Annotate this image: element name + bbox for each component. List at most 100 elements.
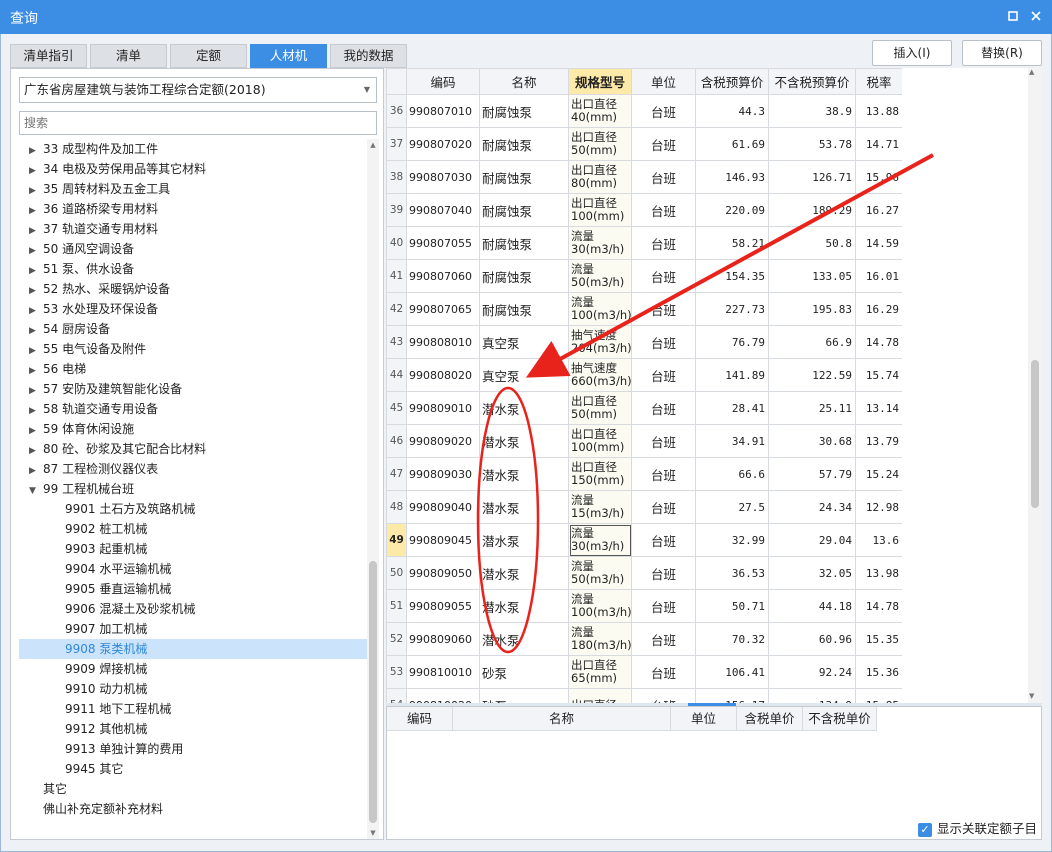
tab-bill[interactable]: 清单 (90, 44, 167, 68)
cell-spec[interactable]: 流量 180(m3/h) (568, 622, 632, 656)
row-number[interactable]: 48 (386, 490, 407, 524)
row-number[interactable]: 45 (386, 391, 407, 425)
table-row[interactable]: 52 990809060 潜水泵 流量 180(m3/h) 台班 70.32 60.96 15… (386, 622, 902, 656)
cell-notax-price[interactable]: 60.96 (768, 622, 856, 656)
table-row[interactable]: 41 990807060 耐腐蚀泵 流量 50(m3/h) 台班 154.35 133.05… (386, 259, 902, 293)
cell-tax-rate[interactable]: 15.35 (855, 622, 902, 656)
cell-code[interactable]: 990809045 (406, 523, 480, 557)
cell-name[interactable]: 真空泵 (479, 358, 569, 392)
table-row[interactable]: 46 990809020 潜水泵 出口直径 100(mm) 台班 34.91 30.68 13… (386, 424, 902, 458)
table-row[interactable]: 36 990807010 耐腐蚀泵 出口直径 40(mm) 台班 44.3 38.9 13.8… (386, 94, 902, 128)
cell-notax-price[interactable]: 30.68 (768, 424, 856, 458)
checkbox-checked-icon[interactable]: ✓ (918, 822, 932, 837)
cell-spec[interactable]: 流量 15(m3/h) (568, 490, 632, 524)
table-row[interactable]: 44 990808020 真空泵 抽气速度 660(m3/h) 台班 141.89 122.… (386, 358, 902, 392)
cell-spec[interactable]: 出口直径 (568, 688, 632, 704)
row-number[interactable]: 51 (386, 589, 407, 623)
cell-notax-price[interactable]: 122.59 (768, 358, 856, 392)
chevron-right-icon[interactable]: ▶ (29, 221, 43, 241)
tree-item[interactable]: ▶ 54 厨房设备 (19, 319, 367, 339)
bottom-col-name[interactable]: 名称 (453, 707, 671, 731)
tree-item[interactable]: ▶ 51 泵、供水设备 (19, 259, 367, 279)
cell-tax-price[interactable]: 76.79 (695, 325, 769, 359)
tree-item[interactable]: 其它 (19, 779, 367, 799)
scroll-down-icon[interactable]: ▼ (1029, 692, 1034, 700)
cell-tax-price[interactable]: 50.71 (695, 589, 769, 623)
row-number[interactable]: 42 (386, 292, 407, 326)
show-related-checkbox[interactable]: ✓ 显示关联定额子目 (918, 821, 1037, 839)
tree-item[interactable]: 9913 单独计算的费用 (19, 739, 367, 759)
cell-unit[interactable]: 台班 (631, 655, 696, 689)
cell-spec[interactable]: 流量 50(m3/h) (568, 556, 632, 590)
row-number[interactable]: 36 (386, 94, 407, 128)
table-row[interactable]: 48 990809040 潜水泵 流量 15(m3/h) 台班 27.5 24.34 12.9… (386, 490, 902, 524)
table-row[interactable]: 37 990807020 耐腐蚀泵 出口直径 50(mm) 台班 61.69 53.78 14… (386, 127, 902, 161)
cell-notax-price[interactable]: 195.83 (768, 292, 856, 326)
cell-notax-price[interactable]: 44.18 (768, 589, 856, 623)
cell-notax-price[interactable]: 53.78 (768, 127, 856, 161)
cell-unit[interactable]: 台班 (631, 424, 696, 458)
cell-name[interactable]: 潜水泵 (479, 556, 569, 590)
cell-tax-rate[interactable]: 14.71 (855, 127, 902, 161)
table-row[interactable]: 45 990809010 潜水泵 出口直径 50(mm) 台班 28.41 25.11 13.… (386, 391, 902, 425)
row-number[interactable]: 54 (386, 688, 407, 704)
cell-unit[interactable]: 台班 (631, 160, 696, 194)
chevron-right-icon[interactable]: ▶ (29, 241, 43, 261)
cell-name[interactable]: 耐腐蚀泵 (479, 259, 569, 293)
cell-tax-price[interactable]: 156.17 (695, 688, 769, 704)
tree-item[interactable]: 9911 地下工程机械 (19, 699, 367, 719)
library-select[interactable]: 广东省房屋建筑与装饰工程综合定额(2018) ▼ (19, 77, 377, 103)
cell-spec[interactable]: 流量 100(m3/h) (568, 589, 632, 623)
chevron-right-icon[interactable]: ▶ (29, 141, 43, 161)
cell-tax-rate[interactable]: 12.98 (855, 490, 902, 524)
cell-tax-rate[interactable]: 15.74 (855, 358, 902, 392)
tree-item[interactable]: ▶ 87 工程检测仪器仪表 (19, 459, 367, 479)
cell-spec[interactable]: 出口直径 50(mm) (568, 391, 632, 425)
cell-notax-price[interactable]: 50.8 (768, 226, 856, 260)
row-number[interactable]: 40 (386, 226, 407, 260)
tree-item[interactable]: ▶ 80 砼、砂浆及其它配合比材料 (19, 439, 367, 459)
tree-item[interactable]: 9909 焊接机械 (19, 659, 367, 679)
tree-item[interactable]: 佛山补充定额补充材料 (19, 799, 367, 819)
cell-tax-rate[interactable]: 16.29 (855, 292, 902, 326)
cell-name[interactable]: 潜水泵 (479, 424, 569, 458)
cell-name[interactable]: 砂泵 (479, 688, 569, 704)
cell-unit[interactable]: 台班 (631, 226, 696, 260)
chevron-right-icon[interactable]: ▶ (29, 421, 43, 441)
row-number[interactable]: 46 (386, 424, 407, 458)
search-input[interactable] (19, 111, 377, 135)
cell-notax-price[interactable]: 189.29 (768, 193, 856, 227)
cell-code[interactable]: 990809010 (406, 391, 480, 425)
row-number[interactable]: 41 (386, 259, 407, 293)
cell-tax-price[interactable]: 141.89 (695, 358, 769, 392)
tree-item[interactable]: ▶ 50 通风空调设备 (19, 239, 367, 259)
cell-notax-price[interactable]: 24.34 (768, 490, 856, 524)
col-notax-price[interactable]: 不含税预算价 (768, 68, 856, 95)
cell-code[interactable]: 990808010 (406, 325, 480, 359)
bottom-col-notax-price[interactable]: 不含税单价 (803, 707, 877, 731)
cell-spec[interactable]: 流量 30(m3/h) (568, 523, 632, 557)
cell-code[interactable]: 990807030 (406, 160, 480, 194)
tree-item[interactable]: ▶ 55 电气设备及附件 (19, 339, 367, 359)
chevron-right-icon[interactable]: ▶ (29, 161, 43, 181)
cell-spec[interactable]: 出口直径 150(mm) (568, 457, 632, 491)
cell-code[interactable]: 990808020 (406, 358, 480, 392)
cell-spec[interactable]: 流量 30(m3/h) (568, 226, 632, 260)
row-number[interactable]: 50 (386, 556, 407, 590)
cell-tax-rate[interactable]: 14.78 (855, 325, 902, 359)
cell-notax-price[interactable]: 134.9 (768, 688, 856, 704)
cell-unit[interactable]: 台班 (631, 523, 696, 557)
cell-notax-price[interactable]: 133.05 (768, 259, 856, 293)
cell-unit[interactable]: 台班 (631, 358, 696, 392)
chevron-down-icon[interactable]: ▼ (29, 481, 43, 501)
tree-item[interactable]: ▶ 34 电极及劳保用品等其它材料 (19, 159, 367, 179)
cell-name[interactable]: 耐腐蚀泵 (479, 226, 569, 260)
cell-tax-rate[interactable]: 15.36 (855, 655, 902, 689)
tree-item[interactable]: ▶ 52 热水、采暖锅炉设备 (19, 279, 367, 299)
cell-tax-rate[interactable]: 14.78 (855, 589, 902, 623)
tab-my-data[interactable]: 我的数据 (330, 44, 407, 68)
cell-tax-price[interactable]: 70.32 (695, 622, 769, 656)
table-row[interactable]: 38 990807030 耐腐蚀泵 出口直径 80(mm) 台班 146.93 126.71… (386, 160, 902, 194)
cell-tax-price[interactable]: 28.41 (695, 391, 769, 425)
cell-tax-price[interactable]: 36.53 (695, 556, 769, 590)
